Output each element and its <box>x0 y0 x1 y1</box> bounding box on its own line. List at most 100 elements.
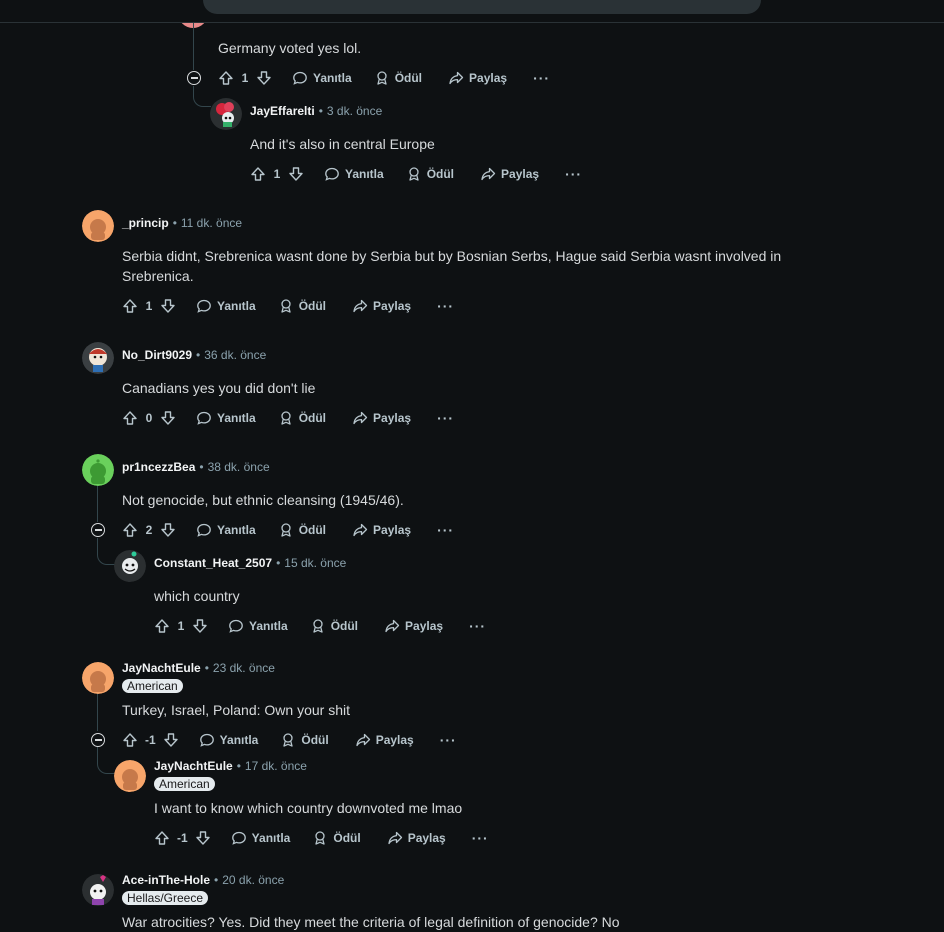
upvote-icon[interactable] <box>122 732 138 748</box>
comment-actions: 1 Yanıtla Ödül Paylaş ··· <box>250 162 582 186</box>
thread-line <box>193 22 194 70</box>
avatar[interactable] <box>82 210 114 242</box>
vote-group: 1 <box>122 298 176 314</box>
reply-icon <box>231 831 246 845</box>
share-button[interactable]: Paylaş <box>352 522 411 538</box>
upvote-icon[interactable] <box>250 166 266 182</box>
reply-button[interactable]: Yanıtla <box>292 70 352 86</box>
share-button[interactable]: Paylaş <box>355 732 414 748</box>
avatar[interactable] <box>210 98 242 130</box>
author-name[interactable]: Constant_Heat_2507 <box>154 556 272 570</box>
downvote-icon[interactable] <box>195 830 211 846</box>
share-button[interactable]: Paylaş <box>448 70 507 86</box>
award-button[interactable]: Ödül <box>278 410 326 426</box>
comment-time[interactable]: 15 dk. önce <box>284 556 346 570</box>
reply-button[interactable]: Yanıtla <box>196 410 256 426</box>
reply-label: Yanıtla <box>217 299 256 313</box>
upvote-icon[interactable] <box>154 618 170 634</box>
reply-label: Yanıtla <box>313 71 352 85</box>
vote-count: -1 <box>177 831 188 845</box>
more-icon[interactable]: ··· <box>533 70 550 86</box>
downvote-icon[interactable] <box>160 298 176 314</box>
upvote-icon[interactable] <box>122 410 138 426</box>
comment-time[interactable]: 23 dk. önce <box>213 661 275 675</box>
avatar[interactable] <box>82 342 114 374</box>
downvote-icon[interactable] <box>192 618 208 634</box>
award-button[interactable]: Ödül <box>310 618 358 634</box>
more-icon[interactable]: ··· <box>472 830 489 846</box>
comment-body: Turkey, Israel, Poland: Own your shit <box>122 702 350 718</box>
vote-count: 1 <box>273 167 281 181</box>
share-icon <box>449 71 464 85</box>
award-button[interactable]: Ödül <box>278 298 326 314</box>
comment-actions: 1 Yanıtla Ödül Paylaş ··· <box>154 614 486 638</box>
award-icon <box>313 619 323 633</box>
meta-separator: • <box>204 661 209 675</box>
vote-group: 2 <box>122 522 176 538</box>
avatar[interactable] <box>82 454 114 486</box>
vote-count: -1 <box>145 733 156 747</box>
reply-button[interactable]: Yanıtla <box>196 522 256 538</box>
downvote-icon[interactable] <box>163 732 179 748</box>
comment-meta: JayEffarelti • 3 dk. önce <box>250 104 382 118</box>
comment-body: I want to know which country downvoted m… <box>154 800 463 816</box>
share-button[interactable]: Paylaş <box>384 618 443 634</box>
avatar[interactable] <box>114 550 146 582</box>
award-label: Ödül <box>298 411 327 425</box>
avatar[interactable] <box>114 760 146 792</box>
comment-time[interactable]: 20 dk. önce <box>222 873 284 887</box>
more-icon[interactable]: ··· <box>437 298 454 314</box>
downvote-icon[interactable] <box>160 522 176 538</box>
award-button[interactable]: Ödül <box>280 732 329 748</box>
downvote-icon[interactable] <box>256 70 272 86</box>
share-icon <box>353 299 368 313</box>
more-icon[interactable]: ··· <box>437 410 454 426</box>
upvote-icon[interactable] <box>122 298 138 314</box>
collapse-icon[interactable] <box>91 733 105 747</box>
comment-time[interactable]: 36 dk. önce <box>204 348 266 362</box>
collapse-icon[interactable] <box>91 523 105 537</box>
downvote-icon[interactable] <box>160 410 176 426</box>
author-name[interactable]: _princip <box>122 216 169 230</box>
more-icon[interactable]: ··· <box>469 618 486 634</box>
author-name[interactable]: No_Dirt9029 <box>122 348 192 362</box>
author-name[interactable]: pr1ncezzBea <box>122 460 195 474</box>
reply-button[interactable]: Yanıtla <box>228 618 288 634</box>
comment-time[interactable]: 3 dk. önce <box>327 104 382 118</box>
reply-button[interactable]: Yanıtla <box>324 166 384 182</box>
comment-time[interactable]: 11 dk. önce <box>181 216 242 230</box>
author-name[interactable]: Ace-inThe-Hole <box>122 873 210 887</box>
upvote-icon[interactable] <box>218 70 234 86</box>
comment-meta: pr1ncezzBea • 38 dk. önce <box>122 460 270 474</box>
award-button[interactable]: Ödül <box>278 522 326 538</box>
award-button[interactable]: Ödül <box>406 166 454 182</box>
comment-time[interactable]: 17 dk. önce <box>245 759 307 773</box>
award-button[interactable]: Ödül <box>312 830 361 846</box>
more-icon[interactable]: ··· <box>437 522 454 538</box>
collapse-icon[interactable] <box>187 71 201 85</box>
avatar[interactable] <box>82 874 114 906</box>
share-button[interactable]: Paylaş <box>352 410 411 426</box>
reply-button[interactable]: Yanıtla <box>199 732 258 748</box>
meta-separator: • <box>318 104 323 118</box>
upvote-icon[interactable] <box>154 830 170 846</box>
author-name[interactable]: JayNachtEule <box>122 661 201 675</box>
comment-time[interactable]: 38 dk. önce <box>208 460 270 474</box>
author-name[interactable]: JayNachtEule <box>154 759 233 773</box>
share-button[interactable]: Paylaş <box>480 166 539 182</box>
reply-label: Yanıtla <box>345 167 384 181</box>
comment-actions: 1 Yanıtla Ödül Paylaş ··· <box>122 294 454 318</box>
more-icon[interactable]: ··· <box>565 166 582 182</box>
search-bar[interactable] <box>203 0 761 14</box>
author-name[interactable]: JayEffarelti <box>250 104 315 118</box>
reply-button[interactable]: Yanıtla <box>196 298 256 314</box>
more-icon[interactable]: ··· <box>440 732 457 748</box>
upvote-icon[interactable] <box>122 522 138 538</box>
share-button[interactable]: Paylaş <box>352 298 411 314</box>
downvote-icon[interactable] <box>288 166 304 182</box>
reply-button[interactable]: Yanıtla <box>231 830 290 846</box>
share-button[interactable]: Paylaş <box>387 830 446 846</box>
avatar[interactable] <box>82 662 114 694</box>
share-label: Paylaş <box>375 733 414 747</box>
award-button[interactable]: Ödül <box>374 70 422 86</box>
